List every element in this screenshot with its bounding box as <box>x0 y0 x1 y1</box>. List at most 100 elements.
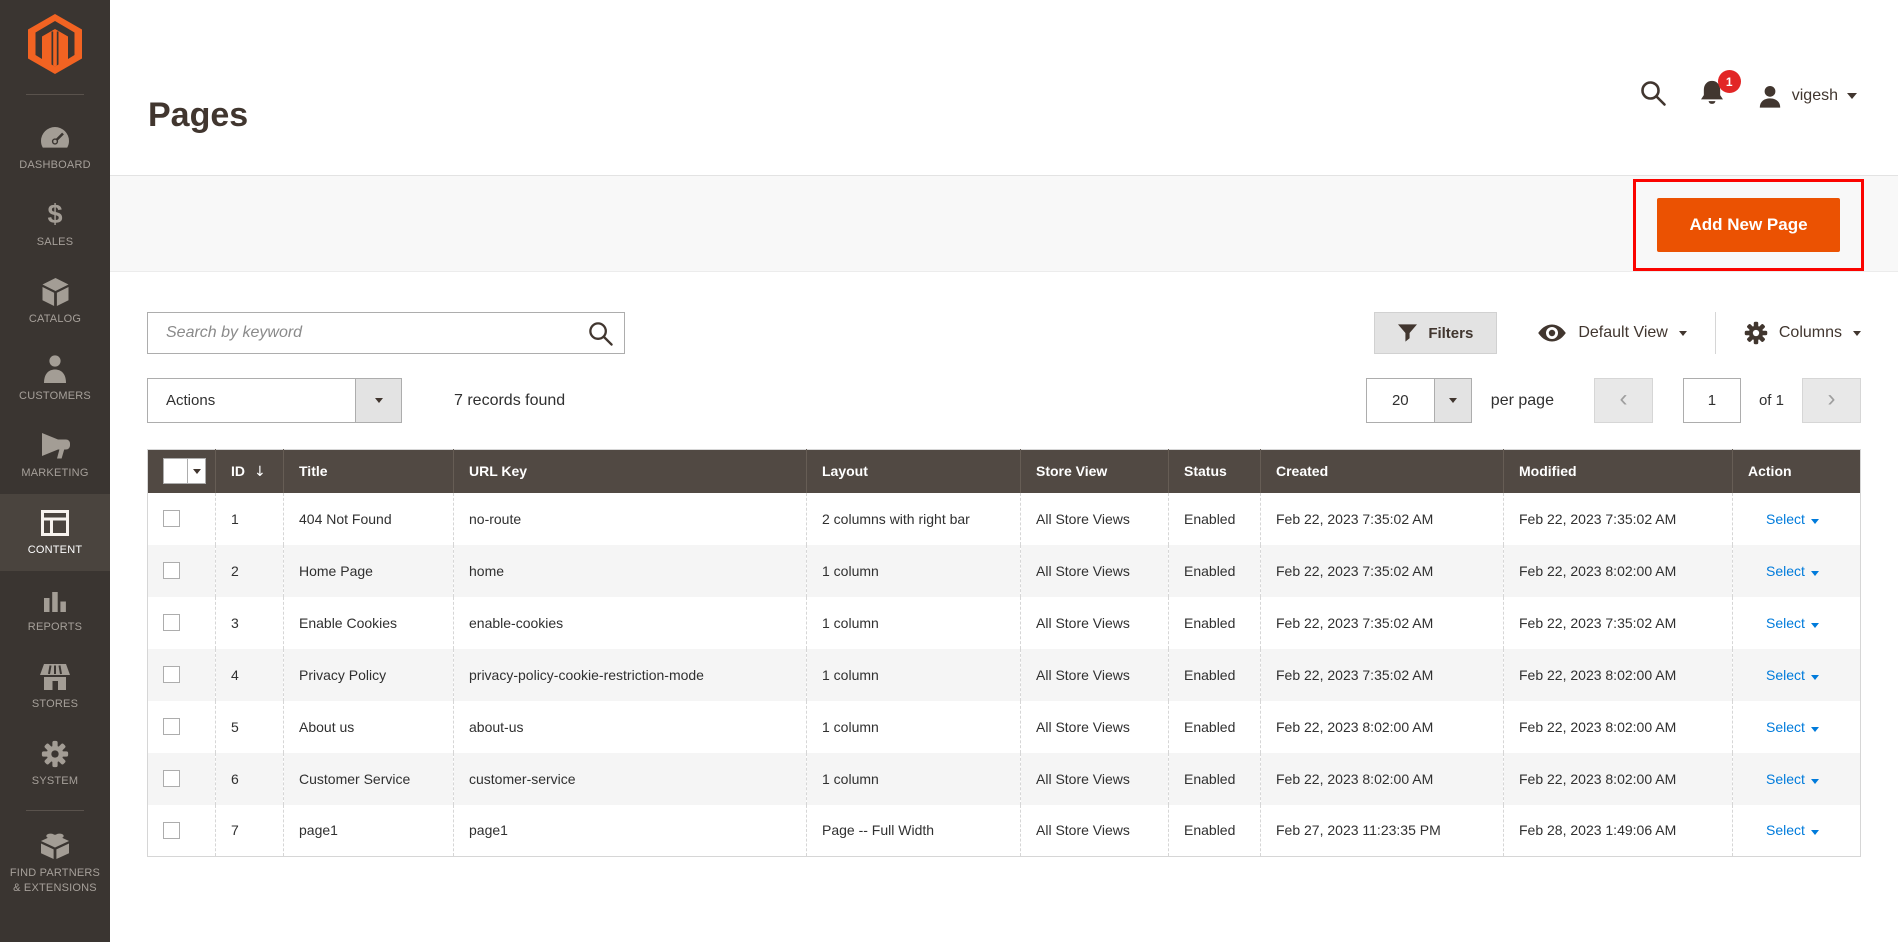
column-header-modified[interactable]: Modified <box>1503 449 1733 493</box>
cell-id: 1 <box>215 492 284 545</box>
sidebar-item-sales[interactable]: $ SALES <box>0 186 110 263</box>
chevron-down-icon <box>1678 330 1687 336</box>
annotation-highlight-box: Add New Page <box>1633 179 1864 271</box>
table-row: 3 Enable Cookies enable-cookies 1 column… <box>148 596 1861 649</box>
sort-desc-icon: ↓ <box>254 463 266 480</box>
sidebar-item-find-partners-extensions[interactable]: FIND PARTNERS & EXTENSIONS <box>0 819 110 907</box>
sidebar-nav: DASHBOARD $ SALES CATALOG CUSTOMERS MARK… <box>0 109 110 907</box>
sidebar-item-label: MARKETING <box>21 466 89 479</box>
cell-id: 5 <box>215 700 284 753</box>
sidebar-item-catalog[interactable]: CATALOG <box>0 263 110 340</box>
sidebar-item-dashboard[interactable]: DASHBOARD <box>0 109 110 186</box>
cell-status: Enabled <box>1168 544 1261 597</box>
row-select-action[interactable]: Select <box>1766 822 1805 838</box>
select-all-checkbox[interactable] <box>164 459 187 483</box>
cell-layout: 1 column <box>806 648 1021 701</box>
search-input[interactable] <box>148 313 624 353</box>
row-checkbox[interactable] <box>163 510 180 527</box>
select-all-dropdown[interactable] <box>163 458 206 485</box>
per-page-value: 20 <box>1391 392 1409 409</box>
sidebar-item-label: REPORTS <box>27 620 83 633</box>
filter-icon <box>1398 324 1418 342</box>
sidebar-item-reports[interactable]: REPORTS <box>0 571 110 648</box>
page-title: Pages <box>148 96 249 134</box>
column-header-created[interactable]: Created <box>1260 449 1504 493</box>
records-count: 7 records found <box>454 391 566 409</box>
cell-layout: 1 column <box>806 596 1021 649</box>
sidebar-item-label: SYSTEM <box>31 774 79 787</box>
column-header-url-key[interactable]: URL Key <box>453 449 807 493</box>
row-checkbox[interactable] <box>163 666 180 683</box>
filters-button[interactable]: Filters <box>1374 312 1498 354</box>
sidebar-item-label: SALES <box>36 235 74 248</box>
sidebar-item-customers[interactable]: CUSTOMERS <box>0 340 110 417</box>
user-icon <box>1759 85 1780 108</box>
row-select-action[interactable]: Select <box>1766 667 1805 683</box>
column-header-status[interactable]: Status <box>1168 449 1261 493</box>
cell-created: Feb 22, 2023 8:02:00 AM <box>1260 700 1504 753</box>
search-icon <box>589 322 613 346</box>
cell-status: Enabled <box>1168 804 1261 857</box>
sidebar-item-content[interactable]: CONTENT <box>0 494 110 571</box>
actions-dropdown[interactable]: Actions <box>147 378 402 423</box>
cell-id: 3 <box>215 596 284 649</box>
current-page-input[interactable] <box>1682 378 1741 423</box>
cell-store-view: All Store Views <box>1020 492 1169 545</box>
divider <box>1714 312 1716 354</box>
row-checkbox[interactable] <box>163 821 180 839</box>
header-actions: 1 vigesh <box>1639 70 1857 113</box>
view-label: Default View <box>1578 324 1668 341</box>
per-page-dropdown[interactable]: 20 <box>1365 378 1472 423</box>
chevron-left-icon: ‹ <box>1619 384 1628 412</box>
chevron-right-icon: › <box>1827 384 1836 412</box>
column-header-action: Action <box>1732 449 1861 493</box>
global-search-icon[interactable] <box>1639 79 1667 112</box>
row-checkbox[interactable] <box>163 718 180 735</box>
chevron-down-icon <box>1810 726 1819 732</box>
select-all-header <box>147 449 216 493</box>
row-select-action[interactable]: Select <box>1766 511 1805 527</box>
row-select-action[interactable]: Select <box>1766 771 1805 787</box>
row-checkbox[interactable] <box>163 770 180 787</box>
sidebar-item-stores[interactable]: STORES <box>0 648 110 725</box>
row-checkbox[interactable] <box>163 614 180 631</box>
cell-store-view: All Store Views <box>1020 648 1169 701</box>
row-select-action[interactable]: Select <box>1766 719 1805 735</box>
column-header-layout[interactable]: Layout <box>806 449 1021 493</box>
column-header-id[interactable]: ID ↓ <box>215 449 284 493</box>
account-menu[interactable]: vigesh <box>1757 83 1857 109</box>
sidebar-item-system[interactable]: SYSTEM <box>0 725 110 802</box>
search-submit-button[interactable] <box>587 320 614 350</box>
add-new-page-button[interactable]: Add New Page <box>1657 198 1840 252</box>
filters-label: Filters <box>1428 324 1474 342</box>
cell-url-key: privacy-policy-cookie-restriction-mode <box>453 648 807 701</box>
cell-modified: Feb 22, 2023 8:02:00 AM <box>1503 544 1733 597</box>
column-header-title[interactable]: Title <box>283 449 454 493</box>
cell-store-view: All Store Views <box>1020 544 1169 597</box>
grid-controls-row: Filters Default View Columns <box>147 312 1861 354</box>
sidebar-item-label: CATALOG <box>28 312 82 325</box>
cell-created: Feb 22, 2023 7:35:02 AM <box>1260 596 1504 649</box>
view-selector[interactable]: Default View <box>1537 323 1687 343</box>
row-checkbox[interactable] <box>163 562 180 579</box>
sales-icon: $ <box>47 199 63 230</box>
notifications-button[interactable]: 1 <box>1697 70 1741 113</box>
chevron-down-icon <box>1810 674 1819 680</box>
cell-id: 7 <box>215 804 284 857</box>
row-select-action[interactable]: Select <box>1766 563 1805 579</box>
catalog-icon <box>42 277 69 307</box>
page-actions-bar: Add New Page <box>110 175 1898 272</box>
columns-selector[interactable]: Columns <box>1744 321 1861 345</box>
system-icon <box>41 739 69 769</box>
column-header-store-view[interactable]: Store View <box>1020 449 1169 493</box>
reports-icon <box>43 585 67 615</box>
row-select-action[interactable]: Select <box>1766 615 1805 631</box>
cell-url-key: about-us <box>453 700 807 753</box>
sidebar-item-marketing[interactable]: MARKETING <box>0 417 110 494</box>
cell-store-view: All Store Views <box>1020 752 1169 805</box>
next-page-button[interactable]: › <box>1802 378 1861 423</box>
prev-page-button[interactable]: ‹ <box>1593 378 1653 423</box>
page-header: Pages 1 vigesh <box>110 0 1898 175</box>
cell-store-view: All Store Views <box>1020 804 1169 857</box>
magento-logo[interactable] <box>0 0 110 74</box>
